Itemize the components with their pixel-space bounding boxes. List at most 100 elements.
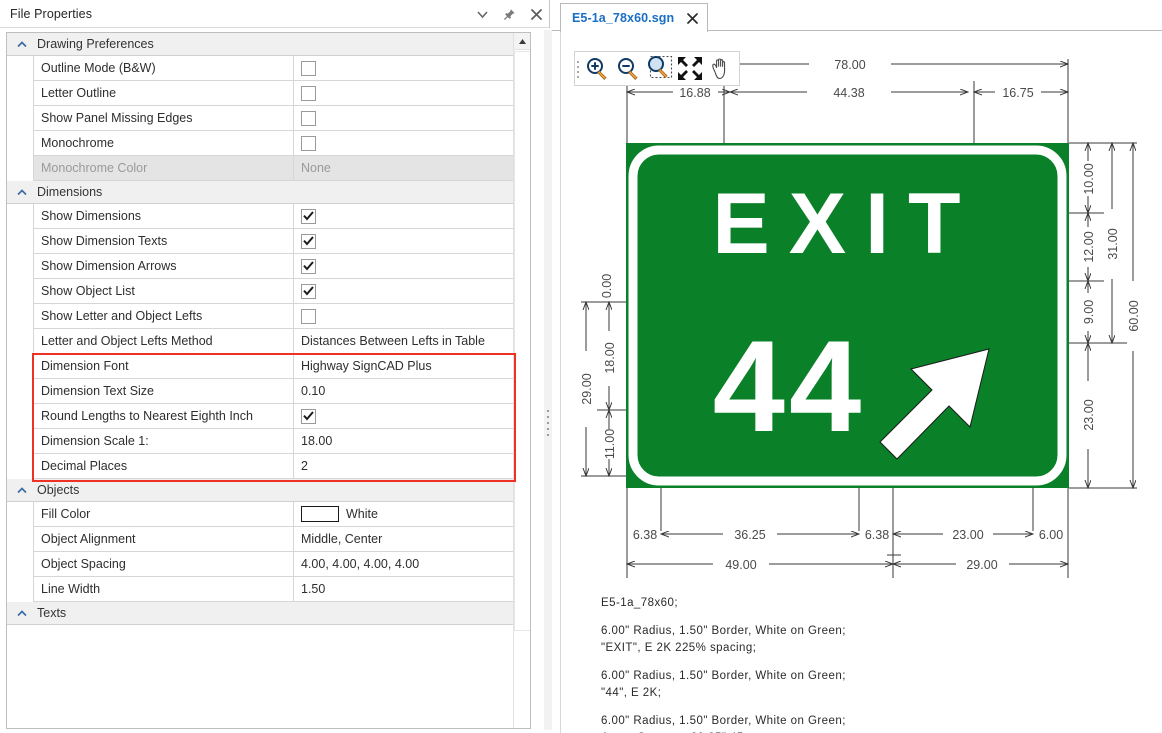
property-row[interactable]: Dimension Scale 1:18.00: [33, 429, 513, 454]
property-value[interactable]: [294, 404, 513, 428]
property-label: Fill Color: [34, 502, 294, 526]
property-value[interactable]: 0.10: [294, 379, 513, 403]
property-value[interactable]: 2: [294, 454, 513, 478]
scrollbar-thumb[interactable]: [514, 51, 531, 631]
chevron-down-icon[interactable]: [475, 7, 489, 21]
zoom-out-icon[interactable]: [613, 54, 643, 83]
property-row[interactable]: Show Letter and Object Lefts: [33, 304, 513, 329]
property-row[interactable]: Decimal Places2: [33, 454, 513, 479]
checkbox-checked[interactable]: [301, 284, 316, 299]
splitter-grip[interactable]: [547, 410, 550, 440]
dim-bottom-overall-49: 49.00: [725, 558, 756, 572]
note-line: 6.00" Radius, 1.50" Border, White on Gre…: [601, 668, 846, 685]
note-line: 6.00" Radius, 1.50" Border, White on Gre…: [601, 623, 846, 640]
drawing-canvas[interactable]: EXIT 44: [560, 31, 1162, 733]
checkbox-checked[interactable]: [301, 409, 316, 424]
group-header-objects[interactable]: Objects: [7, 479, 513, 502]
color-swatch[interactable]: [301, 506, 339, 522]
property-row[interactable]: Dimension Text Size0.10: [33, 379, 513, 404]
pin-icon[interactable]: [502, 7, 516, 21]
property-value[interactable]: Highway SignCAD Plus: [294, 354, 513, 378]
scroll-up-button[interactable]: [514, 33, 531, 50]
property-row[interactable]: Fill ColorWhite: [33, 502, 513, 527]
checkbox-unchecked[interactable]: [301, 61, 316, 76]
property-value[interactable]: [294, 279, 513, 303]
property-label: Line Width: [34, 577, 294, 601]
property-row[interactable]: Show Dimension Texts: [33, 229, 513, 254]
property-row[interactable]: Show Object List: [33, 279, 513, 304]
property-value[interactable]: [294, 56, 513, 80]
sign-graphic: EXIT 44: [626, 143, 1069, 488]
property-row[interactable]: Monochrome: [33, 131, 513, 156]
toolbar-drag-handle[interactable]: [577, 61, 579, 78]
property-value[interactable]: [294, 106, 513, 130]
property-row[interactable]: Object Spacing4.00, 4.00, 4.00, 4.00: [33, 552, 513, 577]
chevron-up-icon[interactable]: [11, 602, 33, 624]
property-value[interactable]: [294, 131, 513, 155]
property-value[interactable]: [294, 229, 513, 253]
panel-title: File Properties: [0, 7, 92, 21]
dim-left-18: 18.00: [603, 342, 617, 373]
checkbox-unchecked[interactable]: [301, 111, 316, 126]
property-row[interactable]: Monochrome ColorNone: [33, 156, 513, 181]
dim-right-9: 9.00: [1082, 300, 1096, 324]
checkbox-checked[interactable]: [301, 209, 316, 224]
property-row[interactable]: Dimension FontHighway SignCAD Plus: [33, 354, 513, 379]
chevron-up-icon[interactable]: [11, 479, 33, 501]
file-properties-panel: File Properties: [0, 0, 550, 733]
dim-bottom-overall-29: 29.00: [966, 558, 997, 572]
property-row[interactable]: Letter and Object Lefts MethodDistances …: [33, 329, 513, 354]
checkbox-unchecked[interactable]: [301, 86, 316, 101]
group-header-dimensions[interactable]: Dimensions: [7, 181, 513, 204]
chevron-up-icon[interactable]: [11, 33, 33, 55]
panel-titlebar: File Properties: [0, 0, 549, 28]
property-row[interactable]: Round Lengths to Nearest Eighth Inch: [33, 404, 513, 429]
checkbox-checked[interactable]: [301, 234, 316, 249]
pan-hand-icon[interactable]: [706, 54, 736, 83]
property-value[interactable]: White: [294, 502, 513, 526]
property-value[interactable]: Distances Between Lefts in Table: [294, 329, 513, 353]
property-row[interactable]: Letter Outline: [33, 81, 513, 106]
zoom-window-icon[interactable]: [644, 54, 674, 83]
property-grid: Drawing PreferencesOutline Mode (B&W)Let…: [6, 32, 531, 729]
chevron-up-icon[interactable]: [11, 181, 33, 203]
checkbox-unchecked[interactable]: [301, 309, 316, 324]
close-icon[interactable]: [529, 7, 543, 21]
property-label: Monochrome: [34, 131, 294, 155]
sign-number-44: 44: [713, 313, 866, 459]
zoom-extents-icon[interactable]: [675, 54, 705, 83]
property-value[interactable]: [294, 254, 513, 278]
property-label: Dimension Font: [34, 354, 294, 378]
property-row[interactable]: Show Dimension Arrows: [33, 254, 513, 279]
group-header-drawing-preferences[interactable]: Drawing Preferences: [7, 33, 513, 56]
checkbox-unchecked[interactable]: [301, 136, 316, 151]
dim-top-overall: 78.00: [834, 58, 865, 72]
property-label: Show Dimensions: [34, 204, 294, 228]
property-row[interactable]: Outline Mode (B&W): [33, 56, 513, 81]
panel-splitter[interactable]: [544, 30, 552, 730]
property-value[interactable]: [294, 204, 513, 228]
tab-close-icon[interactable]: [686, 12, 699, 25]
property-value[interactable]: [294, 81, 513, 105]
property-value[interactable]: [294, 304, 513, 328]
note-line: 6.00" Radius, 1.50" Border, White on Gre…: [601, 713, 846, 730]
tab-e5-1a-78x60[interactable]: E5-1a_78x60.sgn: [560, 3, 708, 32]
property-value[interactable]: None: [294, 156, 513, 180]
property-row[interactable]: Object AlignmentMiddle, Center: [33, 527, 513, 552]
property-value[interactable]: Middle, Center: [294, 527, 513, 551]
checkbox-checked[interactable]: [301, 259, 316, 274]
property-value[interactable]: 4.00, 4.00, 4.00, 4.00: [294, 552, 513, 576]
property-value[interactable]: 18.00: [294, 429, 513, 453]
property-value[interactable]: 1.50: [294, 577, 513, 601]
property-label: Dimension Text Size: [34, 379, 294, 403]
property-row[interactable]: Line Width1.50: [33, 577, 513, 602]
property-grid-scrollbar[interactable]: [513, 33, 530, 728]
dim-top-1: 16.88: [679, 86, 710, 100]
property-row[interactable]: Show Panel Missing Edges: [33, 106, 513, 131]
group-label: Drawing Preferences: [33, 37, 154, 51]
group-header-texts[interactable]: Texts: [7, 602, 513, 625]
zoom-in-icon[interactable]: [582, 54, 612, 83]
property-label: Show Dimension Arrows: [34, 254, 294, 278]
group-label: Objects: [33, 483, 79, 497]
property-row[interactable]: Show Dimensions: [33, 204, 513, 229]
